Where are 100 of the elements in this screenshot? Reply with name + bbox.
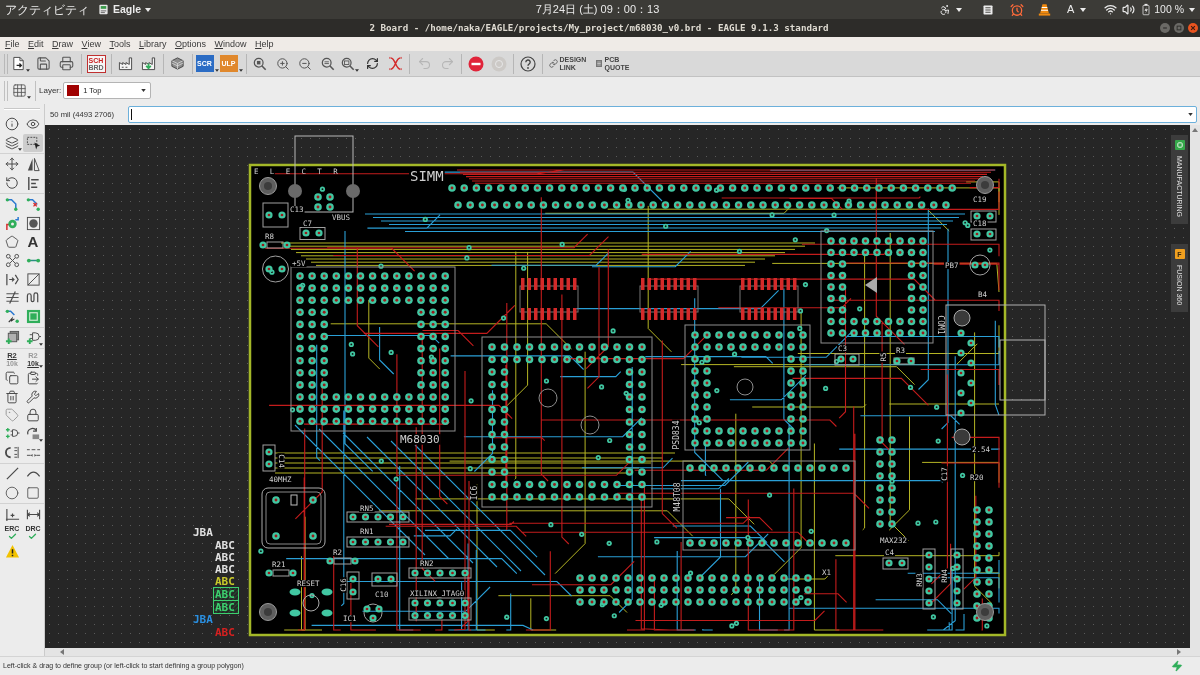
- menu-item[interactable]: File: [5, 39, 20, 49]
- add-part-icon: [4, 330, 20, 346]
- factory-export-icon: [141, 56, 156, 71]
- push-button-drawing: [289, 588, 333, 617]
- dimension-icon: [4, 506, 20, 522]
- move-icon: [5, 157, 19, 172]
- led-drawing: [262, 255, 289, 283]
- caret-icon: [18, 148, 22, 152]
- battery-charging-icon[interactable]: [1140, 3, 1153, 16]
- menu-item[interactable]: Edit: [28, 39, 44, 49]
- layer-label: Layer:: [39, 84, 62, 97]
- accessibility-menu[interactable]: [938, 3, 962, 16]
- silkscreen-label: M48T08: [672, 482, 682, 512]
- undo-icon: [416, 56, 432, 71]
- app-menu-button[interactable]: Eagle: [98, 4, 151, 15]
- warning-icon: [4, 543, 20, 559]
- resistor-drawing: [265, 569, 297, 577]
- check-icon: [28, 531, 38, 541]
- silkscreen-label: SIMM: [410, 168, 444, 184]
- menu-item[interactable]: Draw: [52, 39, 74, 49]
- maximize-icon: [1176, 25, 1182, 31]
- traffic-cone-icon[interactable]: [1037, 3, 1051, 16]
- clock[interactable]: 7月24日 (土) 09：00：13: [535, 4, 660, 15]
- board-canvas[interactable]: [45, 125, 1190, 648]
- led-drawing: [969, 254, 991, 276]
- crystal-drawing: [261, 487, 326, 549]
- horizontal-scrollbar[interactable]: [45, 648, 1200, 656]
- battery-percentage[interactable]: 100 %: [1154, 4, 1195, 15]
- vertical-scrollbar[interactable]: [1190, 125, 1200, 648]
- caret-icon: [39, 343, 43, 347]
- link-icon: [548, 59, 558, 68]
- layer-sample-text: ABC: [213, 600, 239, 614]
- help-icon: [520, 55, 536, 72]
- resistor-network-drawing: [346, 536, 410, 548]
- menu-item[interactable]: Tools: [109, 39, 131, 49]
- smd-chip-drawing: [739, 278, 799, 320]
- alarm-clock-icon[interactable]: [1009, 2, 1024, 17]
- hole-icon: [25, 215, 41, 231]
- caret-icon: [214, 68, 219, 72]
- group-tool-button[interactable]: [23, 133, 43, 153]
- caret-icon: [145, 7, 151, 12]
- accessibility-icon: [938, 3, 951, 16]
- caret-icon: [26, 95, 31, 99]
- wifi-icon[interactable]: [1104, 3, 1118, 16]
- smd-chip-drawing: [519, 278, 579, 320]
- resistor-drawing: [326, 557, 359, 565]
- mounting-hole-icon: [976, 176, 994, 194]
- activities-button[interactable]: アクティビティ: [5, 3, 89, 16]
- menu-item[interactable]: Help: [255, 39, 274, 49]
- printer-icon: [59, 56, 74, 71]
- manufacturing-icon: [1174, 140, 1185, 150]
- trash-icon: [5, 389, 19, 404]
- menu-item[interactable]: Options: [174, 39, 206, 49]
- list-icon[interactable]: [981, 3, 994, 16]
- signal-nodes-icon: [4, 252, 20, 268]
- lock-icon: [26, 408, 40, 423]
- mounting-hole-icon: [259, 177, 277, 195]
- text-tool-button[interactable]: A: [23, 232, 43, 252]
- zoom-previous-icon: [341, 56, 356, 71]
- speaker-icon[interactable]: [1122, 3, 1136, 16]
- scroll-up-icon: [1192, 128, 1198, 132]
- layer-sample-text: JBA: [193, 613, 213, 626]
- command-field[interactable]: [128, 106, 1197, 123]
- autorouter-icon: [4, 308, 20, 324]
- mounting-hole-icon: [976, 603, 994, 621]
- layer-sample-text: ABC: [215, 539, 235, 552]
- layer-sample-text: JBA: [193, 526, 213, 539]
- mirror-icon: [25, 157, 41, 172]
- resistor-network-drawing: [408, 567, 472, 579]
- text-cursor: [131, 109, 132, 120]
- align-icon: [25, 175, 41, 191]
- zoom-in-icon: [275, 56, 290, 71]
- caret-icon: [955, 7, 962, 12]
- capacitor-drawing: [299, 227, 326, 240]
- scroll-left-icon: [60, 649, 64, 655]
- menu-item[interactable]: Window: [214, 39, 247, 49]
- pin-swap-icon: [4, 444, 20, 460]
- layer-sample-text: ABC: [215, 575, 235, 588]
- menu-item[interactable]: Library: [138, 39, 167, 49]
- document-icon: [594, 59, 603, 68]
- tag-icon: [5, 408, 19, 423]
- transistor-drawing: [363, 603, 383, 623]
- close-icon: [1190, 25, 1196, 31]
- capacitor-drawing: [262, 444, 276, 472]
- close-button[interactable]: [1188, 23, 1198, 33]
- minimize-icon: [1162, 25, 1168, 31]
- eye-icon: [26, 117, 40, 132]
- rotate-icon: [5, 176, 19, 191]
- copy-icon: [5, 371, 19, 385]
- miter-icon: [4, 271, 20, 287]
- maximize-button[interactable]: [1174, 23, 1184, 33]
- capacitor-drawing: [970, 228, 997, 241]
- minimize-button[interactable]: [1160, 23, 1170, 33]
- go-icon: [491, 55, 507, 72]
- input-method-menu[interactable]: A: [1066, 4, 1087, 15]
- square-pad-icon: [25, 308, 41, 324]
- caret-icon: [39, 439, 43, 443]
- capacitor-drawing: [882, 557, 909, 570]
- mounting-hole-icon: [259, 603, 277, 621]
- menu-item[interactable]: View: [81, 39, 101, 49]
